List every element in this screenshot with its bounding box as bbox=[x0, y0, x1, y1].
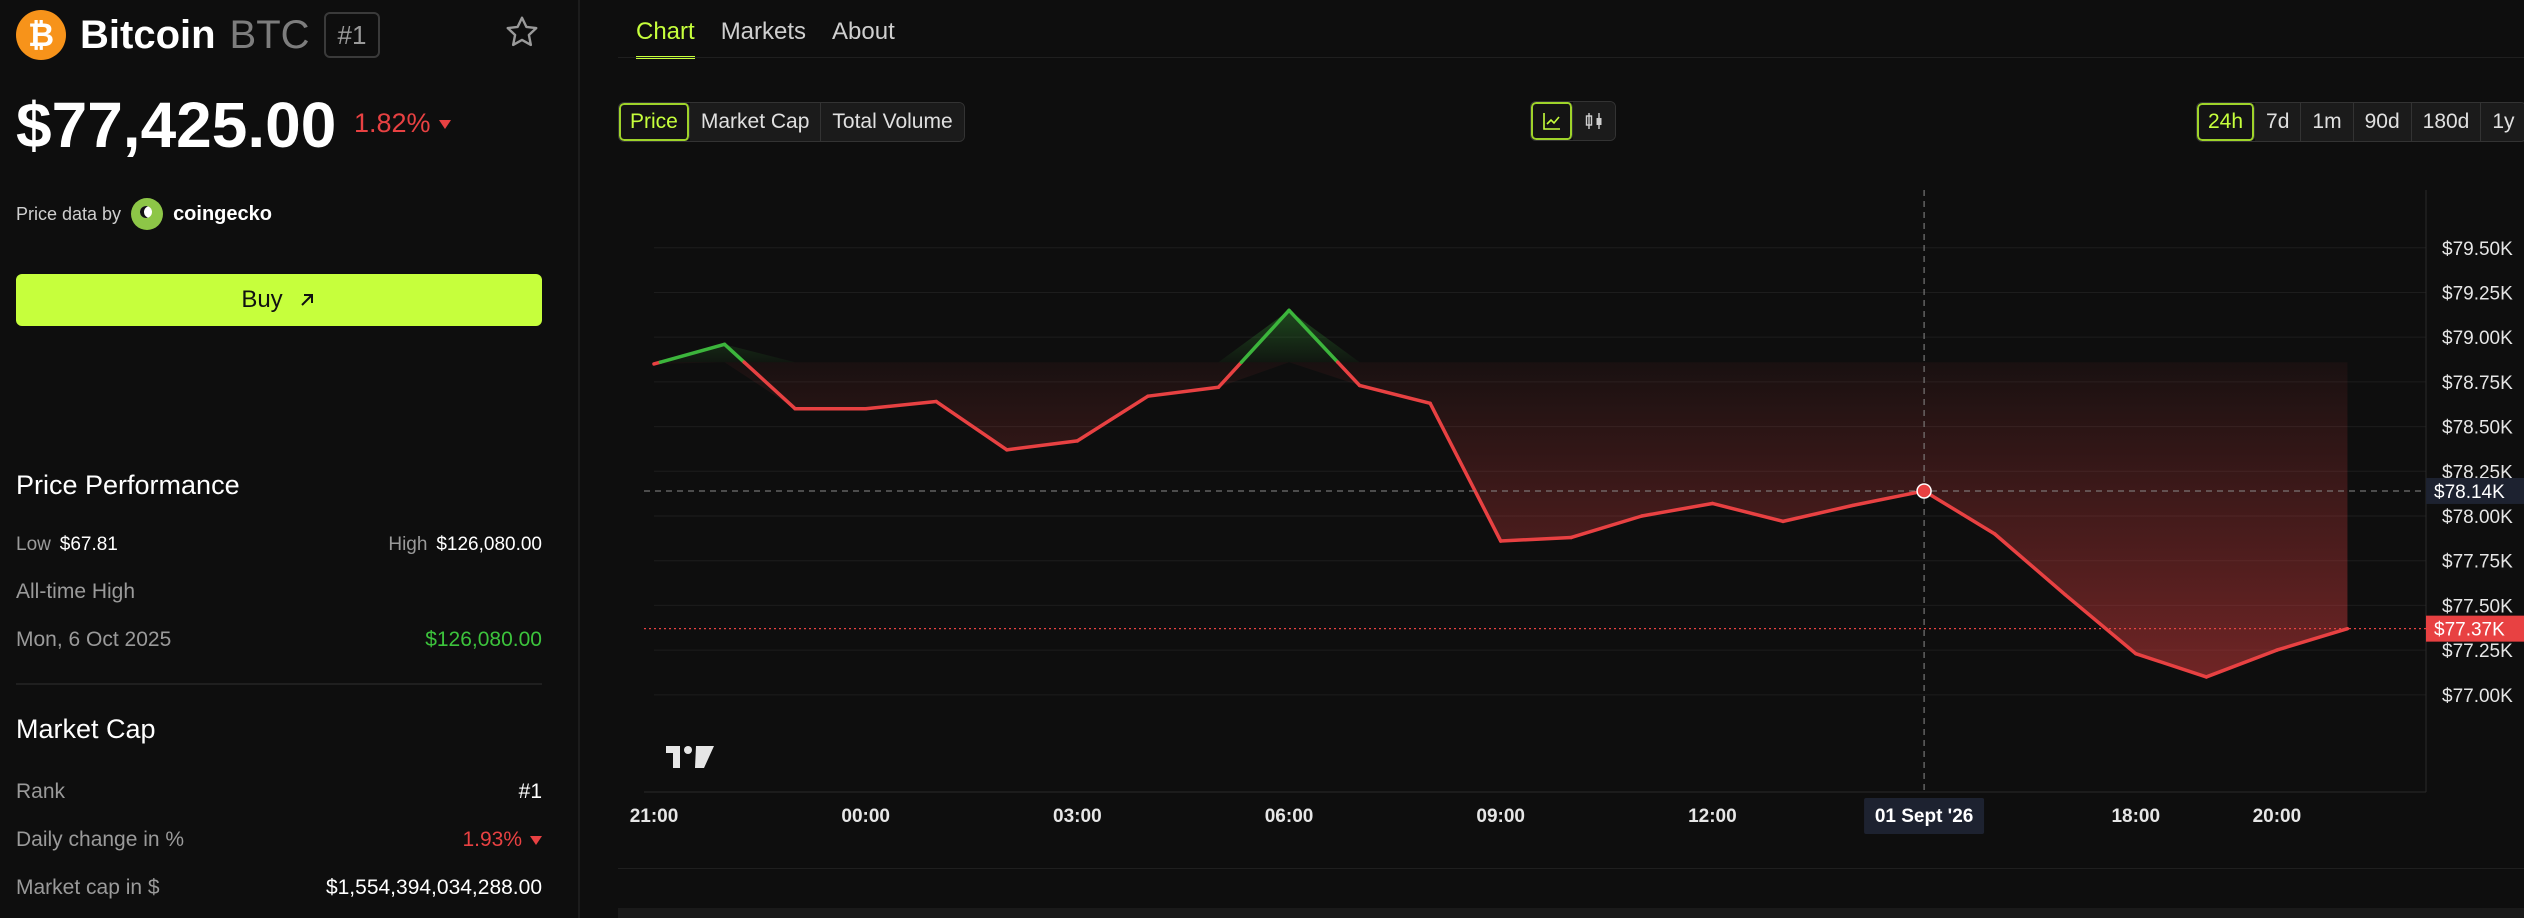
daily-change-row: Daily change in % 1.93% bbox=[16, 828, 542, 852]
x-tick-label: 03:00 bbox=[1053, 806, 1102, 827]
chart-bottom-divider bbox=[618, 868, 2524, 869]
buy-label: Buy bbox=[241, 286, 283, 313]
logo-part bbox=[695, 746, 714, 768]
range-1m-button[interactable]: 1m bbox=[2301, 103, 2354, 141]
x-tick-label: 18:00 bbox=[2111, 806, 2160, 827]
metric-market-cap-button[interactable]: Market Cap bbox=[689, 103, 822, 141]
coin-header: ₿ Bitcoin BTC #1 bbox=[16, 10, 381, 60]
y-tick-label: $77.00K bbox=[2442, 686, 2513, 707]
price-performance-title: Price Performance bbox=[16, 470, 240, 500]
time-range-selector: 24h 7d 1m 90d 180d 1y bbox=[2196, 102, 2524, 142]
y-tick-label: $78.50K bbox=[2442, 418, 2513, 439]
line-chart-icon bbox=[1542, 113, 1560, 130]
tab-markets[interactable]: Markets bbox=[721, 18, 806, 59]
ath-date: Mon, 6 Oct 2025 bbox=[16, 628, 172, 651]
price-chart-svg[interactable]: $79.50K$79.25K$79.00K$78.75K$78.50K$78.2… bbox=[618, 190, 2524, 870]
crosshair-price-label: $78.14K bbox=[2434, 482, 2505, 503]
ath-label-row: All-time High bbox=[16, 580, 542, 604]
low-value: $67.81 bbox=[59, 534, 118, 555]
rank-badge: #1 bbox=[323, 12, 381, 58]
star-icon[interactable] bbox=[504, 14, 540, 50]
rank-label: Rank bbox=[16, 780, 66, 803]
area-above-baseline bbox=[654, 310, 2348, 363]
tabs-divider bbox=[618, 57, 2524, 58]
market-cap-row: Market cap in $ $1,554,394,034,288.00 bbox=[16, 876, 542, 900]
low-label: Low bbox=[16, 534, 51, 555]
candlestick-icon bbox=[1585, 113, 1602, 129]
price-data-provider: Price data by coingecko bbox=[16, 198, 272, 230]
range-1y-button[interactable]: 1y bbox=[2481, 103, 2524, 141]
high-label: High bbox=[388, 534, 428, 555]
daily-change-label: Daily change in % bbox=[16, 828, 185, 851]
market-cap-value: $1,554,394,034,288.00 bbox=[325, 876, 542, 899]
coingecko-logo-icon bbox=[131, 198, 164, 230]
tab-chart[interactable]: Chart bbox=[636, 18, 695, 59]
range-24h-button[interactable]: 24h bbox=[2197, 103, 2256, 141]
ath-row: Mon, 6 Oct 2025 $126,080.00 bbox=[16, 628, 542, 652]
divider bbox=[16, 683, 542, 685]
horizontal-scrollbar[interactable] bbox=[618, 908, 2524, 918]
daily-change-value: 1.93% bbox=[462, 828, 522, 851]
provider-name: coingecko bbox=[173, 202, 272, 225]
price-change-value: 1.82% bbox=[354, 108, 431, 138]
y-tick-label: $77.50K bbox=[2442, 596, 2513, 617]
market-cap-label: Market cap in $ bbox=[16, 876, 160, 899]
arrow-up-right-icon bbox=[300, 294, 313, 306]
y-tick-label: $78.75K bbox=[2442, 373, 2513, 394]
down-arrow-icon bbox=[438, 120, 451, 130]
x-tick-label: 00:00 bbox=[841, 806, 890, 827]
range-90d-button[interactable]: 90d bbox=[2353, 103, 2412, 141]
y-tick-label: $77.75K bbox=[2442, 552, 2513, 573]
bitcoin-logo-icon: ₿ bbox=[16, 10, 66, 60]
metric-total-volume-button[interactable]: Total Volume bbox=[821, 103, 964, 141]
price-chart[interactable]: $79.50K $79.25K $79.00K $78.75K $78.50K $78.2… bbox=[618, 190, 2524, 870]
tab-about[interactable]: About bbox=[832, 18, 895, 59]
last-price-label: $77.37K bbox=[2434, 620, 2505, 641]
market-cap-title: Market Cap bbox=[16, 714, 156, 744]
current-price: $77,425.00 bbox=[16, 89, 337, 161]
y-tick-label: $78.00K bbox=[2442, 507, 2513, 528]
chart-type-selector bbox=[1530, 101, 1616, 141]
y-tick-label: $77.25K bbox=[2442, 641, 2513, 662]
x-tick-label: 09:00 bbox=[1476, 806, 1525, 827]
coin-name: Bitcoin bbox=[80, 12, 216, 57]
main-tabs: Chart Markets About bbox=[636, 18, 895, 59]
x-tick-label: 21:00 bbox=[630, 806, 679, 827]
metric-price-button[interactable]: Price bbox=[619, 103, 690, 141]
line-chart-button[interactable] bbox=[1531, 102, 1573, 140]
coin-panel: ₿ Bitcoin BTC #1 $77,425.00 1.82% Price … bbox=[0, 0, 580, 918]
price-change: 1.82% bbox=[354, 108, 451, 139]
crosshair-point bbox=[1916, 483, 1932, 499]
crosshair-date-label: 01 Sept '26 bbox=[1875, 806, 1974, 827]
metric-selector: Price Market Cap Total Volume bbox=[618, 102, 965, 142]
logo-part bbox=[684, 746, 692, 754]
price-data-label: Price data by bbox=[16, 203, 122, 224]
y-tick-label: $79.50K bbox=[2442, 239, 2513, 260]
rank-value: #1 bbox=[518, 780, 542, 803]
ath-value: $126,080.00 bbox=[425, 628, 542, 651]
low-high-row: Low $67.81 High $126,080.00 bbox=[16, 534, 542, 556]
range-180d-button[interactable]: 180d bbox=[2411, 103, 2482, 141]
x-tick-label: 20:00 bbox=[2253, 806, 2302, 827]
down-arrow-icon bbox=[530, 835, 542, 845]
high-value: $126,080.00 bbox=[436, 534, 542, 555]
rank-row: Rank #1 bbox=[16, 780, 542, 804]
logo-part bbox=[666, 746, 680, 768]
candlestick-button[interactable] bbox=[1573, 102, 1615, 140]
y-tick-label: $79.25K bbox=[2442, 283, 2513, 304]
x-tick-label: 12:00 bbox=[1688, 806, 1737, 827]
ath-label: All-time High bbox=[16, 580, 136, 603]
area-below-baseline bbox=[654, 362, 2348, 677]
y-tick-label: $79.00K bbox=[2442, 328, 2513, 349]
range-7d-button[interactable]: 7d bbox=[2255, 103, 2302, 141]
buy-button[interactable]: Buy bbox=[16, 274, 542, 326]
coin-symbol: BTC bbox=[229, 12, 310, 57]
tradingview-logo-icon bbox=[666, 746, 714, 768]
x-tick-label: 06:00 bbox=[1265, 806, 1314, 827]
